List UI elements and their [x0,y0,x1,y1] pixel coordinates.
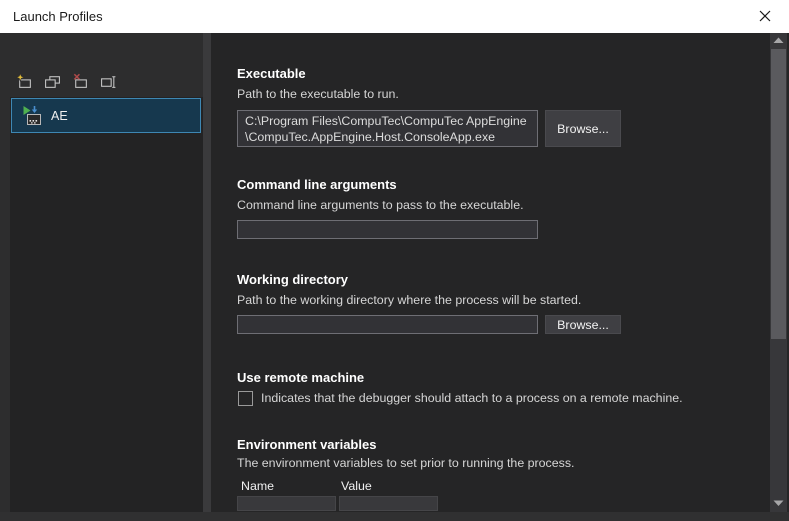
executable-path-line2: \CompuTec.AppEngine.Host.ConsoleApp.exe [245,129,530,145]
rename-profile-icon [100,73,117,90]
environment-variables-title: Environment variables [237,437,376,452]
profiles-sidebar: AE [0,33,203,513]
clone-profile-button[interactable] [43,71,61,91]
executable-path-input[interactable]: C:\Program Files\CompuTec\CompuTec AppEn… [237,110,538,147]
working-directory-description: Path to the working directory where the … [237,293,581,307]
titlebar: Launch Profiles [0,0,789,33]
executable-path-line1: C:\Program Files\CompuTec\CompuTec AppEn… [245,113,530,129]
arguments-title: Command line arguments [237,177,397,192]
remote-machine-checkbox[interactable] [238,391,253,406]
delete-profile-button[interactable] [71,71,89,91]
profile-settings-panel: Executable Path to the executable to run… [211,33,770,513]
executable-browse-button[interactable]: Browse... [545,110,621,147]
env-column-header-value: Value [341,479,372,493]
arguments-input[interactable] [237,220,538,239]
env-value-cell[interactable] [339,496,438,511]
scroll-down-button[interactable] [770,496,787,511]
profiles-toolbar [15,71,117,91]
profile-item-ae[interactable]: AE [11,98,201,133]
executable-title: Executable [237,66,306,81]
dialog-title: Launch Profiles [13,0,103,33]
remote-machine-checkbox-label: Indicates that the debugger should attac… [261,391,683,405]
executable-description: Path to the executable to run. [237,87,399,101]
env-column-header-name: Name [241,479,274,493]
dialog-bottom-edge [0,512,789,521]
close-button[interactable] [745,0,785,32]
add-profile-button[interactable] [15,71,33,91]
console-app-run-icon [23,105,42,126]
launch-profiles-dialog: Launch Profiles [0,0,789,521]
working-directory-title: Working directory [237,272,348,287]
scroll-up-button[interactable] [770,33,787,48]
remote-machine-title: Use remote machine [237,370,364,385]
profile-list: AE [10,97,203,521]
rename-profile-button[interactable] [99,71,117,91]
environment-variables-description: The environment variables to set prior t… [237,456,574,470]
delete-profile-icon [72,73,89,90]
scroll-up-icon [773,37,784,44]
profile-item-label: AE [51,109,68,123]
clone-profile-icon [44,73,61,90]
working-directory-input[interactable] [237,315,538,334]
add-profile-icon [16,73,33,90]
scroll-down-icon [773,500,784,507]
vertical-scrollbar[interactable] [770,33,787,513]
close-icon [758,9,772,23]
arguments-description: Command line arguments to pass to the ex… [237,198,524,212]
env-name-cell[interactable] [237,496,336,511]
scrollbar-thumb[interactable] [771,49,786,339]
working-directory-browse-button[interactable]: Browse... [545,315,621,334]
sidebar-splitter[interactable] [203,33,211,513]
